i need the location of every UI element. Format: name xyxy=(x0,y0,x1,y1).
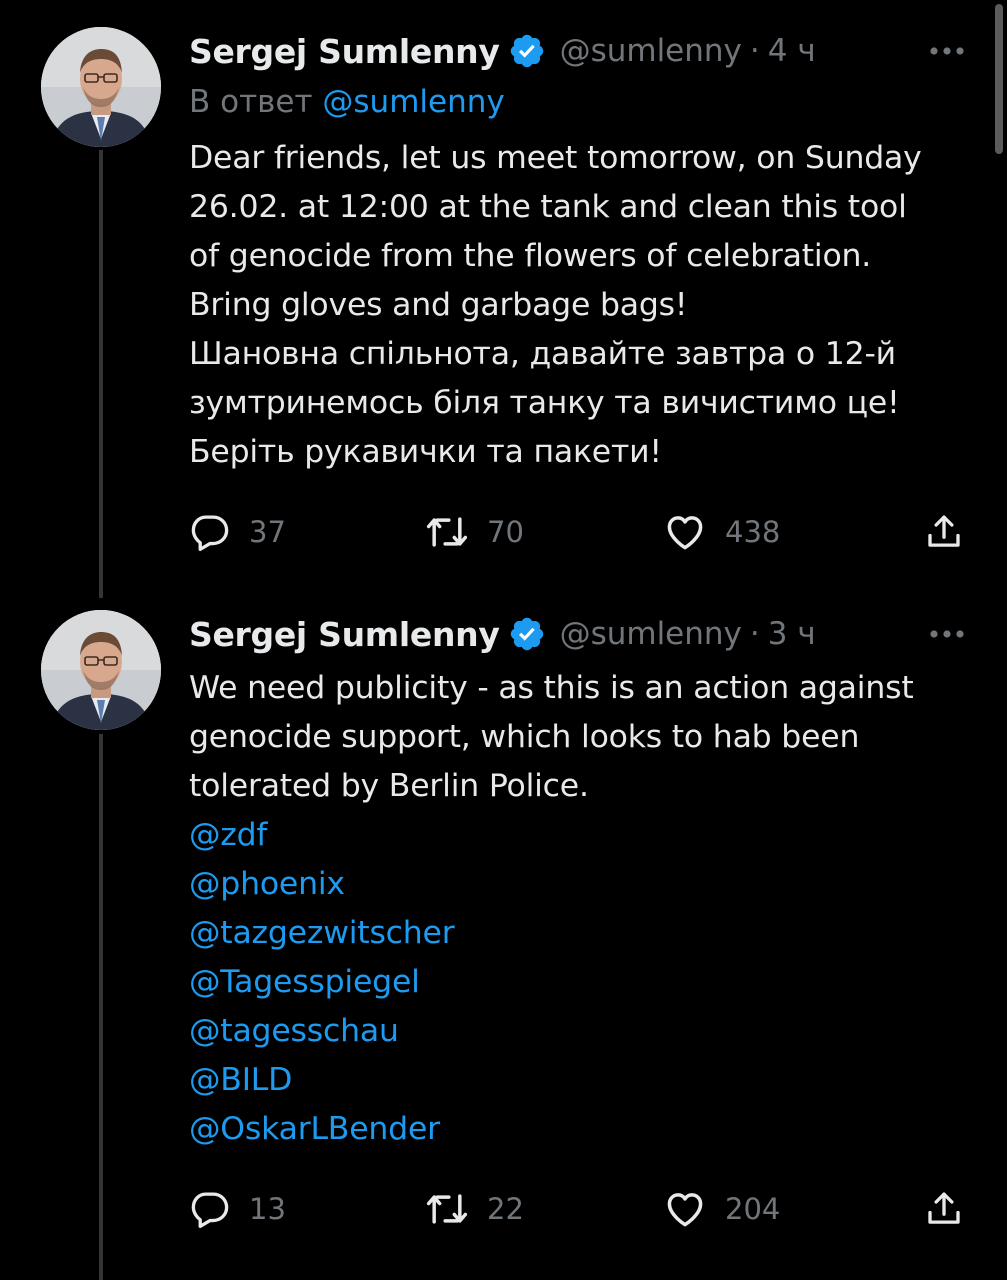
mention-link[interactable]: @OskarLBender xyxy=(189,1105,979,1154)
more-options-icon[interactable] xyxy=(927,29,967,73)
like-button[interactable]: 438 xyxy=(663,510,780,554)
reply-prefix: В ответ xyxy=(189,84,313,120)
retweet-button[interactable]: 70 xyxy=(425,510,524,554)
author-handle[interactable]: @sumlenny xyxy=(560,33,742,69)
reply-context: В ответ @sumlenny xyxy=(189,84,505,120)
reply-count: 37 xyxy=(249,515,286,549)
like-count: 438 xyxy=(725,515,781,549)
tweet-header: Sergej Sumlenny @sumlenny · 3 ч xyxy=(189,612,967,656)
timestamp[interactable]: 3 ч xyxy=(768,616,816,652)
author-handle[interactable]: @sumlenny xyxy=(560,616,742,652)
mention-link[interactable]: @Tagesspiegel xyxy=(189,958,979,1007)
text-line: tolerated by Berlin Police. xyxy=(189,768,589,804)
like-icon xyxy=(663,1187,707,1231)
verified-badge-icon xyxy=(508,32,546,70)
like-icon xyxy=(663,510,707,554)
mention-link[interactable]: @zdf xyxy=(189,811,979,860)
retweet-icon xyxy=(425,1187,469,1231)
like-count: 204 xyxy=(725,1192,781,1226)
reply-icon xyxy=(189,1188,231,1230)
tweet-text: We need publicity - as this is an action… xyxy=(189,664,979,1154)
mention-link[interactable]: @BILD xyxy=(189,1056,979,1105)
mention-link[interactable]: @tagesschau xyxy=(189,1007,979,1056)
mention-link[interactable]: @phoenix xyxy=(189,860,979,909)
tweet[interactable]: Sergej Sumlenny @sumlenny · 4 ч В ответ xyxy=(0,0,1007,600)
reply-count: 13 xyxy=(249,1192,286,1226)
author-name[interactable]: Sergej Sumlenny xyxy=(189,32,500,71)
text-line: Беріть рукавички та пакети! xyxy=(189,434,662,470)
retweet-count: 70 xyxy=(487,515,524,549)
text-line: Bring gloves and garbage bags! xyxy=(189,287,688,323)
avatar[interactable] xyxy=(41,27,161,147)
more-options-icon[interactable] xyxy=(927,612,967,656)
mention-link[interactable]: @tazgezwitscher xyxy=(189,909,979,958)
separator: · xyxy=(749,33,760,69)
share-icon xyxy=(923,511,965,553)
tweet-header: Sergej Sumlenny @sumlenny · 4 ч xyxy=(189,29,967,73)
text-line: 26.02. at 12:00 at the tank and clean th… xyxy=(189,189,907,225)
timeline: Sergej Sumlenny @sumlenny · 4 ч В ответ xyxy=(0,0,1007,1280)
author-name[interactable]: Sergej Sumlenny xyxy=(189,615,500,654)
share-icon xyxy=(923,1188,965,1230)
separator: · xyxy=(749,616,760,652)
like-button[interactable]: 204 xyxy=(663,1187,780,1231)
retweet-count: 22 xyxy=(487,1192,524,1226)
text-line: Шановна спільнота, давайте завтра о 12-й xyxy=(189,336,896,372)
reply-to-link[interactable]: @sumlenny xyxy=(322,84,504,120)
retweet-icon xyxy=(425,510,469,554)
tweet[interactable]: Sergej Sumlenny @sumlenny · 3 ч We need … xyxy=(0,600,1007,1280)
reply-icon xyxy=(189,511,231,553)
reply-button[interactable]: 13 xyxy=(189,1187,286,1231)
tweet-actions: 37 70 438 xyxy=(189,510,969,554)
share-button[interactable] xyxy=(923,1187,965,1231)
reply-button[interactable]: 37 xyxy=(189,510,286,554)
retweet-button[interactable]: 22 xyxy=(425,1187,524,1231)
share-button[interactable] xyxy=(923,510,965,554)
text-line: Dear friends, let us meet tomorrow, on S… xyxy=(189,140,922,176)
verified-badge-icon xyxy=(508,615,546,653)
text-line: We need publicity - as this is an action… xyxy=(189,670,914,706)
text-line: of genocide from the flowers of celebrat… xyxy=(189,238,872,274)
text-line: genocide support, which looks to hab bee… xyxy=(189,719,860,755)
text-line: зумтринемось біля танку та вичистимо це! xyxy=(189,385,900,421)
timestamp[interactable]: 4 ч xyxy=(768,33,816,69)
tweet-actions: 13 22 204 xyxy=(189,1187,969,1231)
avatar[interactable] xyxy=(41,610,161,730)
tweet-text: Dear friends, let us meet tomorrow, on S… xyxy=(189,134,979,477)
